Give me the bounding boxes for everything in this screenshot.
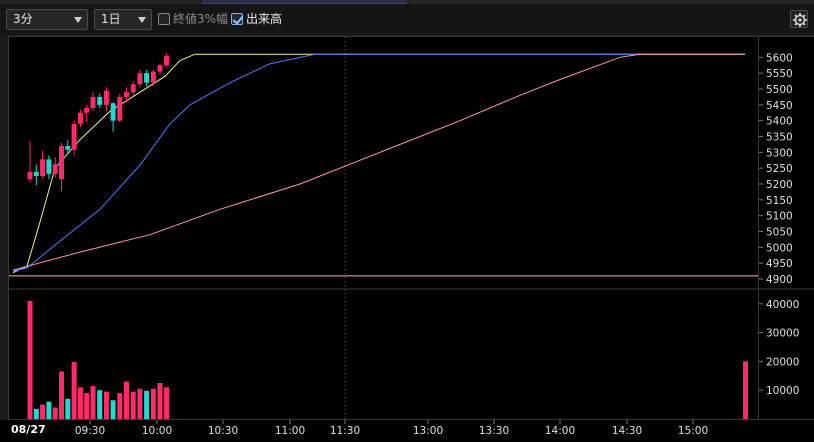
price-tick-label: 5400 [766, 116, 793, 128]
volume-bar [157, 382, 163, 419]
volume-bar [144, 390, 150, 419]
volume-bar [59, 371, 64, 419]
moving-average-line [12, 53, 745, 272]
price-tick-label: 5150 [766, 195, 793, 207]
volume-bar [46, 401, 52, 419]
volume-bar [103, 391, 109, 419]
candle-body [40, 159, 46, 177]
time-tick-label: 10:30 [208, 425, 238, 437]
price-tick-label: 5450 [766, 100, 793, 112]
price-tick-label: 4900 [766, 274, 793, 286]
candle-body [33, 171, 39, 177]
price-tick-label: 5350 [766, 132, 793, 144]
candle-body [71, 123, 77, 150]
volume-bar [27, 300, 33, 419]
price-tick-label: 5500 [766, 84, 793, 96]
time-tick-label: 14:30 [612, 425, 642, 437]
candle-body [27, 171, 33, 180]
time-tick-label: 15:00 [678, 425, 708, 437]
candle-body [117, 96, 123, 121]
volume-bar [65, 398, 71, 419]
volume-bar [40, 404, 46, 419]
volume-tick-label: 10000 [766, 385, 799, 397]
candle-body [110, 103, 116, 121]
volume-bar [130, 391, 136, 419]
candle-body [137, 73, 143, 85]
candle-body [130, 84, 136, 93]
price-tick-label: 5300 [766, 147, 793, 159]
volume-bar [124, 381, 129, 419]
candle-body [84, 108, 90, 113]
volume-bar [71, 361, 77, 419]
price-tick-label: 5050 [766, 227, 793, 239]
candle-body [124, 92, 129, 97]
price-tick-label: 4950 [766, 258, 793, 270]
time-tick-label: 11:00 [275, 425, 305, 437]
volume-bar [77, 387, 83, 419]
time-tick-label: 10:00 [142, 425, 172, 437]
volume-bar [90, 385, 96, 419]
candle-body [164, 55, 170, 66]
volume-bar [110, 400, 116, 419]
volume-bar [150, 388, 156, 419]
price-tick-label: 5200 [766, 179, 793, 191]
volume-bar [137, 388, 143, 419]
volume-bar [117, 393, 123, 419]
price-tick-label: 5550 [766, 68, 793, 80]
volume-tick-label: 20000 [766, 356, 799, 368]
price-tick-label: 5000 [766, 242, 793, 254]
candle-body [46, 159, 52, 174]
volume-bar [33, 408, 39, 419]
candle-body [90, 96, 96, 108]
time-tick-label: 13:30 [479, 425, 509, 437]
candle-body [65, 146, 71, 150]
volume-bar [84, 393, 90, 419]
time-tick-label: 14:00 [545, 425, 575, 437]
candle-body [77, 112, 83, 124]
candle-body [103, 90, 109, 105]
volume-tick-label: 40000 [766, 299, 799, 311]
candle-body [144, 73, 150, 83]
moving-average-line [12, 53, 745, 274]
candle-body [59, 146, 64, 180]
moving-average-line [12, 53, 745, 271]
price-tick-label: 5600 [766, 52, 793, 64]
time-tick-label: 11:30 [330, 425, 360, 437]
volume-bar [164, 387, 170, 419]
stock-chart[interactable]: 5600 5550 5500 5450 5400 5350 5300 5250 5200 5150… [0, 0, 814, 442]
price-tick-label: 5250 [766, 163, 793, 175]
volume-bar [97, 390, 103, 419]
date-label: 08/27 [11, 423, 46, 436]
volume-bar [743, 361, 748, 419]
candle-body [97, 96, 103, 105]
time-tick-label: 13:00 [413, 425, 443, 437]
price-tick-label: 5100 [766, 211, 793, 223]
candle-body [52, 164, 58, 174]
candle-body [150, 71, 156, 83]
candle-body [157, 65, 163, 72]
volume-tick-label: 30000 [766, 328, 799, 340]
volume-bar [52, 407, 58, 419]
time-tick-label: 09:30 [75, 425, 105, 437]
